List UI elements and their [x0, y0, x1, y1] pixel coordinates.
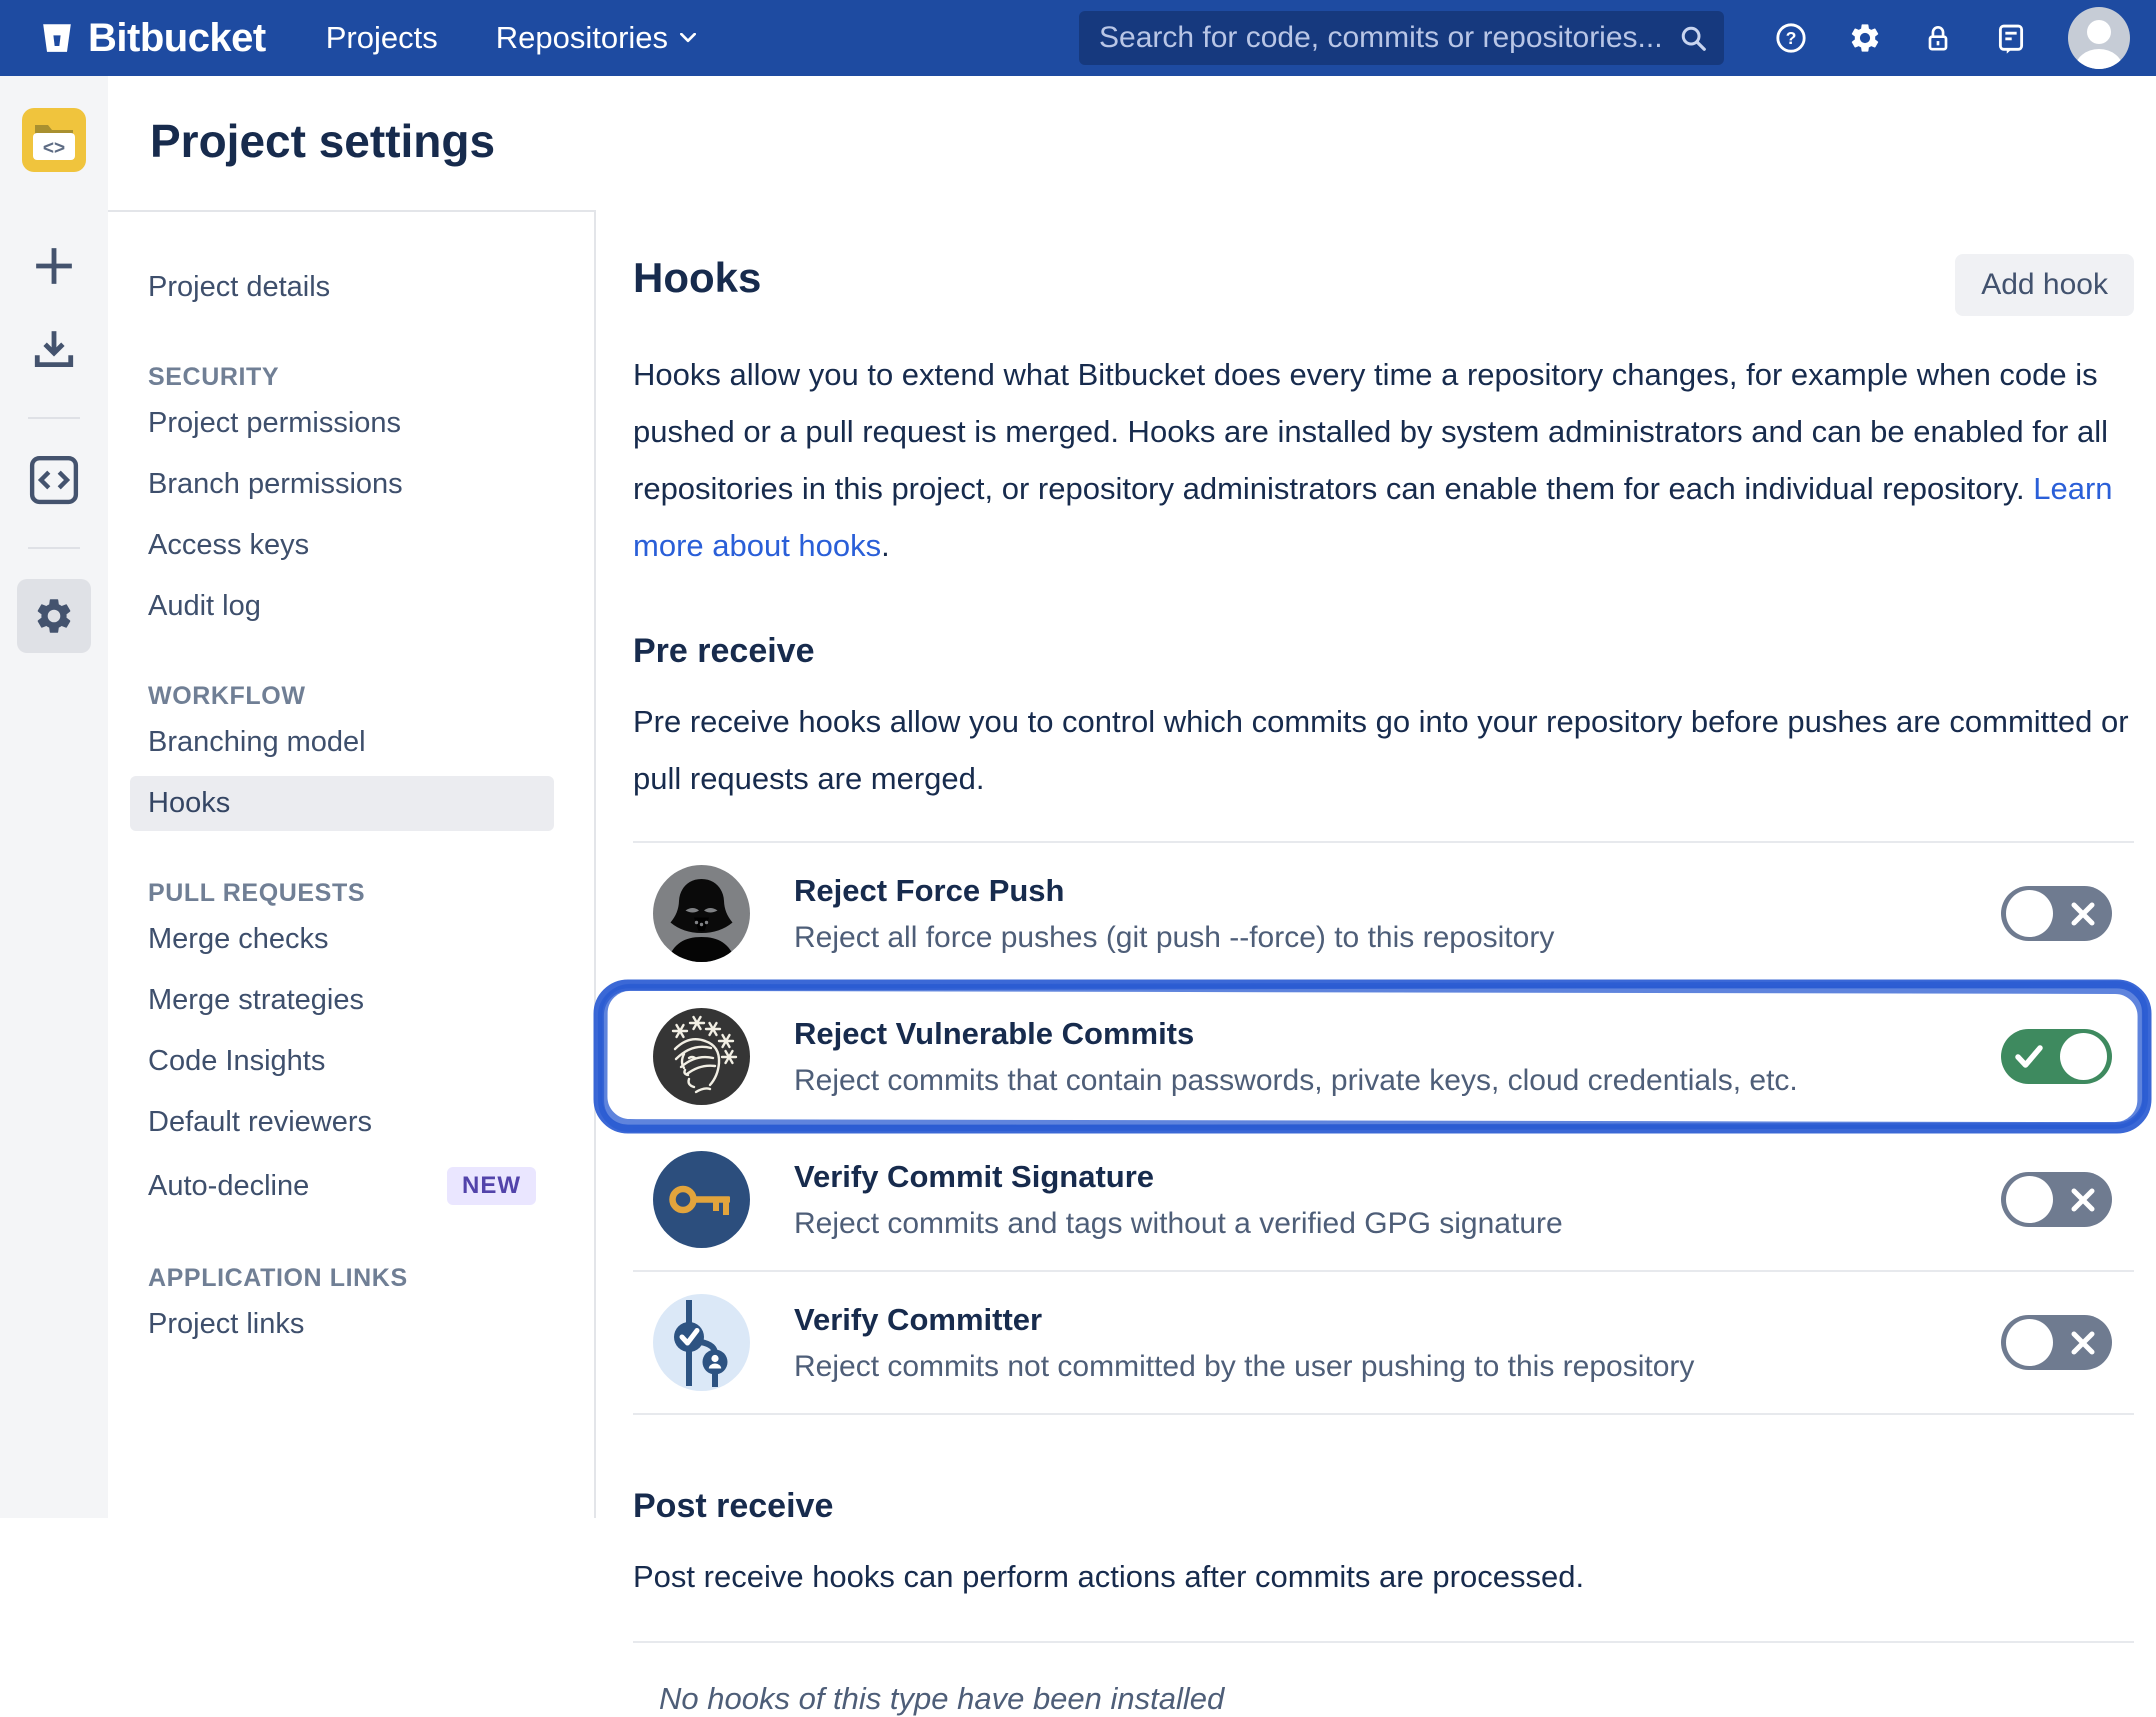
post-receive-empty-message: No hooks of this type have been installe…	[659, 1681, 2134, 1717]
toggle-reject-vulnerable-commits[interactable]	[2001, 1029, 2112, 1084]
hook-description: Reject commits and tags without a verifi…	[794, 1207, 1563, 1241]
code-icon[interactable]	[29, 455, 79, 505]
toggle-verify-commit-signature[interactable]	[2001, 1172, 2112, 1227]
app-sidebar: <>	[0, 76, 108, 1518]
hook-name: Reject Vulnerable Commits	[794, 1016, 1798, 1052]
nav-item-auto-decline[interactable]: Auto-decline NEW	[130, 1156, 554, 1216]
hook-row-reject-force-push: Reject Force Push Reject all force pushe…	[633, 843, 2134, 986]
create-icon[interactable]	[33, 245, 75, 287]
add-hook-button[interactable]: Add hook	[1955, 254, 2134, 316]
nav-section-security: SECURITY	[130, 353, 554, 396]
announcements-icon[interactable]	[1994, 21, 2028, 55]
hooks-heading: Hooks	[633, 254, 761, 302]
x-icon	[2070, 901, 2096, 927]
toggle-verify-committer[interactable]	[2001, 1315, 2112, 1370]
post-receive-heading: Post receive	[633, 1487, 2134, 1526]
nav-projects[interactable]: Projects	[326, 20, 438, 56]
bitbucket-bucket-icon	[40, 21, 74, 55]
hook-description: Reject all force pushes (git push --forc…	[794, 921, 1554, 955]
hook-name: Verify Committer	[794, 1302, 1694, 1338]
x-icon	[2070, 1187, 2096, 1213]
settings-nav: Project details SECURITY Project permiss…	[108, 212, 594, 1352]
check-icon	[2014, 1044, 2044, 1070]
nav-item-merge-strategies[interactable]: Merge strategies	[130, 973, 554, 1028]
nav-section-pull-requests: PULL REQUESTS	[130, 869, 554, 912]
new-badge: NEW	[447, 1167, 536, 1205]
nav-item-project-permissions[interactable]: Project permissions	[130, 396, 554, 451]
pre-receive-description: Pre receive hooks allow you to control w…	[633, 693, 2134, 807]
nav-item-hooks[interactable]: Hooks	[130, 776, 554, 831]
hook-name: Reject Force Push	[794, 873, 1554, 909]
hooks-intro: Hooks allow you to extend what Bitbucket…	[633, 346, 2134, 574]
settings-gear-icon[interactable]	[17, 579, 91, 653]
darth-vader-avatar	[653, 865, 750, 962]
nav-section-workflow: WORKFLOW	[130, 672, 554, 715]
hook-description: Reject commits that contain passwords, p…	[794, 1064, 1798, 1098]
pre-receive-hooks-list: Reject Force Push Reject all force pushe…	[633, 841, 2134, 1415]
help-icon[interactable]: ?	[1774, 21, 1808, 55]
global-search[interactable]	[1079, 11, 1724, 65]
lock-icon[interactable]	[1922, 22, 1954, 54]
brand-name: Bitbucket	[88, 16, 266, 61]
medusa-avatar	[653, 1008, 750, 1105]
search-icon[interactable]	[1678, 23, 1708, 53]
svg-text:?: ?	[1786, 28, 1797, 48]
toggle-knob	[2006, 1319, 2053, 1366]
rail-divider	[28, 417, 80, 419]
top-navbar: Bitbucket Projects Repositories ?	[0, 0, 2156, 76]
nav-item-code-insights[interactable]: Code Insights	[130, 1034, 554, 1089]
svg-text:<>: <>	[43, 138, 65, 159]
page-title: Project settings	[150, 114, 594, 168]
rail-divider	[28, 547, 80, 549]
nav-item-default-reviewers[interactable]: Default reviewers	[130, 1095, 554, 1150]
user-avatar[interactable]	[2068, 7, 2130, 69]
bitbucket-logo[interactable]: Bitbucket	[40, 16, 266, 61]
x-icon	[2070, 1330, 2096, 1356]
search-input[interactable]	[1099, 21, 1678, 55]
hook-row-reject-vulnerable-commits: Reject Vulnerable Commits Reject commits…	[633, 986, 2134, 1129]
nav-item-branching-model[interactable]: Branching model	[130, 715, 554, 770]
hook-name: Verify Commit Signature	[794, 1159, 1563, 1195]
post-receive-description: Post receive hooks can perform actions a…	[633, 1548, 2134, 1605]
commit-graph-avatar	[653, 1294, 750, 1391]
nav-repositories[interactable]: Repositories	[496, 20, 696, 56]
settings-nav-column: Project settings Project details SECURIT…	[108, 76, 594, 1358]
gold-key-avatar	[653, 1151, 750, 1248]
content-divider	[594, 210, 596, 1518]
nav-item-branch-permissions[interactable]: Branch permissions	[130, 457, 554, 512]
nav-item-merge-checks[interactable]: Merge checks	[130, 912, 554, 967]
hook-row-verify-committer: Verify Committer Reject commits not comm…	[633, 1272, 2134, 1415]
post-receive-divider	[633, 1641, 2134, 1643]
hook-description: Reject commits not committed by the user…	[794, 1350, 1694, 1384]
nav-item-project-details[interactable]: Project details	[130, 260, 554, 315]
hook-row-verify-commit-signature: Verify Commit Signature Reject commits a…	[633, 1129, 2134, 1272]
toggle-knob	[2060, 1033, 2107, 1080]
hooks-settings-panel: Hooks Add hook Hooks allow you to extend…	[633, 76, 2134, 1717]
chevron-down-icon	[680, 33, 696, 43]
toggle-knob	[2006, 1176, 2053, 1223]
project-avatar[interactable]: <>	[22, 108, 86, 177]
toggle-reject-force-push[interactable]	[2001, 886, 2112, 941]
nav-section-application-links: APPLICATION LINKS	[130, 1254, 554, 1297]
download-icon[interactable]	[31, 327, 77, 373]
pre-receive-heading: Pre receive	[633, 632, 2134, 671]
gear-icon[interactable]	[1848, 21, 1882, 55]
toggle-knob	[2006, 890, 2053, 937]
nav-item-access-keys[interactable]: Access keys	[130, 518, 554, 573]
nav-item-project-links[interactable]: Project links	[130, 1297, 554, 1352]
nav-item-audit-log[interactable]: Audit log	[130, 579, 554, 634]
